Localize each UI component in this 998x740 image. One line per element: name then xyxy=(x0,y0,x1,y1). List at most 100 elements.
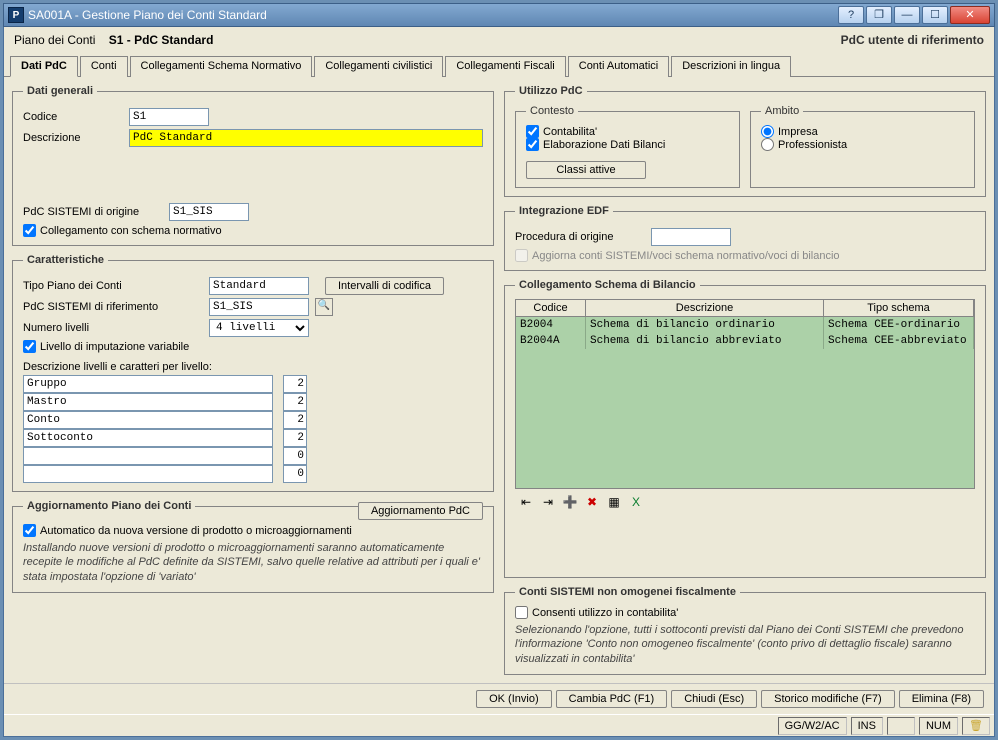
restore-button[interactable]: ❐ xyxy=(866,6,892,24)
table-row[interactable]: B2004 Schema di bilancio ordinario Schem… xyxy=(516,317,974,333)
close-button[interactable]: ✕ xyxy=(950,6,990,24)
tab-coll-fiscali[interactable]: Collegamenti Fiscali xyxy=(445,56,565,77)
level-num-input[interactable] xyxy=(283,411,307,429)
auto-update-label: Automatico da nuova versione di prodotto… xyxy=(40,525,352,537)
chiudi-button[interactable]: Chiudi (Esc) xyxy=(671,690,757,708)
conti-non-omogenei-note: Selezionando l'opzione, tutti i sottocon… xyxy=(515,623,975,666)
grid-toolbar: ⇤ ⇥ ➕ ✖ ▦ X xyxy=(515,489,975,515)
status-ins: INS xyxy=(851,717,883,735)
classi-attive-button[interactable]: Classi attive xyxy=(526,161,646,179)
tab-dati-pdc[interactable]: Dati PdC xyxy=(10,56,78,77)
level-num-input[interactable] xyxy=(283,465,307,483)
contesto-legend: Contesto xyxy=(526,105,578,117)
level-name-input[interactable] xyxy=(23,375,273,393)
add-icon[interactable]: ➕ xyxy=(561,493,579,511)
aggiorna-conti-checkbox xyxy=(515,249,528,262)
level-name-input[interactable] xyxy=(23,393,273,411)
aggiornamento-group: Aggiornamento Piano dei Conti Aggiorname… xyxy=(12,500,494,593)
collegamento-schema-checkbox[interactable] xyxy=(23,224,36,237)
collegamento-schema-group: Collegamento Schema di Bilancio Codice D… xyxy=(504,279,986,578)
tab-descrizioni-lingua[interactable]: Descrizioni in lingua xyxy=(671,56,791,77)
level-row xyxy=(23,375,307,393)
trash-icon[interactable]: 🗑 xyxy=(962,717,990,735)
origine-input[interactable] xyxy=(169,203,249,221)
maximize-button[interactable]: ☐ xyxy=(922,6,948,24)
contabilita-checkbox[interactable] xyxy=(526,125,539,138)
status-num: NUM xyxy=(919,717,958,735)
imputazione-variabile-checkbox[interactable] xyxy=(23,340,36,353)
level-num-input[interactable] xyxy=(283,447,307,465)
ambito-legend: Ambito xyxy=(761,105,803,117)
ambito-group: Ambito Impresa Professionista xyxy=(750,105,975,188)
elimina-button[interactable]: Elimina (F8) xyxy=(899,690,984,708)
numero-livelli-select[interactable]: 4 livelli xyxy=(209,319,309,337)
tab-conti[interactable]: Conti xyxy=(80,56,128,77)
aggiornamento-pdc-button[interactable]: Aggiornamento PdC xyxy=(358,502,483,520)
tab-coll-schema-normativo[interactable]: Collegamenti Schema Normativo xyxy=(130,56,313,77)
conti-non-omogenei-legend: Conti SISTEMI non omogenei fiscalmente xyxy=(515,586,740,598)
schema-grid[interactable]: Codice Descrizione Tipo schema B2004 Sch… xyxy=(515,299,975,489)
header-bar: Piano dei Conti S1 - PdC Standard PdC ut… xyxy=(4,27,994,55)
minimize-button[interactable]: — xyxy=(894,6,920,24)
descr-livelli-label: Descrizione livelli e caratteri per live… xyxy=(23,361,483,373)
level-name-input[interactable] xyxy=(23,447,273,465)
contesto-group: Contesto Contabilita' Elaborazione Dati … xyxy=(515,105,740,188)
level-name-input[interactable] xyxy=(23,429,273,447)
cambia-pdc-button[interactable]: Cambia PdC (F1) xyxy=(556,690,668,708)
last-icon[interactable]: ⇥ xyxy=(539,493,557,511)
descrizione-input[interactable] xyxy=(129,129,483,147)
ok-button[interactable]: OK (Invio) xyxy=(476,690,552,708)
level-num-input[interactable] xyxy=(283,393,307,411)
help-button[interactable]: ? xyxy=(838,6,864,24)
remove-icon[interactable]: ✖ xyxy=(583,493,601,511)
elaborazione-label: Elaborazione Dati Bilanci xyxy=(543,139,665,151)
utilizzo-pdc-legend: Utilizzo PdC xyxy=(515,85,587,97)
grid-col-codice[interactable]: Codice xyxy=(516,300,586,316)
storico-button[interactable]: Storico modifiche (F7) xyxy=(761,690,895,708)
integrazione-edf-group: Integrazione EDF Procedura di origine Ag… xyxy=(504,205,986,271)
caratteristiche-group: Caratteristiche Tipo Piano dei Conti Int… xyxy=(12,254,494,492)
cell-codice: B2004A xyxy=(516,333,586,349)
tipo-pdc-input[interactable] xyxy=(209,277,309,295)
caratteristiche-legend: Caratteristiche xyxy=(23,254,108,266)
grid-col-descrizione[interactable]: Descrizione xyxy=(586,300,824,316)
cell-descrizione: Schema di bilancio ordinario xyxy=(586,317,824,333)
level-num-input[interactable] xyxy=(283,429,307,447)
intervalli-codifica-button[interactable]: Intervalli di codifica xyxy=(325,277,444,295)
first-icon[interactable]: ⇤ xyxy=(517,493,535,511)
level-row xyxy=(23,447,307,465)
codice-input[interactable] xyxy=(129,108,209,126)
dati-generali-group: Dati generali Codice Descrizione PdC SIS… xyxy=(12,85,494,246)
lookup-icon[interactable]: 🔍 xyxy=(315,298,333,316)
procedura-origine-input[interactable] xyxy=(651,228,731,246)
grid-col-tipo[interactable]: Tipo schema xyxy=(824,300,974,316)
level-row xyxy=(23,393,307,411)
procedura-origine-label: Procedura di origine xyxy=(515,231,645,243)
header-label: Piano dei Conti xyxy=(14,33,95,47)
cell-tipo: Schema CEE-abbreviato xyxy=(824,333,974,349)
descrizione-label: Descrizione xyxy=(23,132,123,144)
level-row xyxy=(23,411,307,429)
impresa-radio[interactable] xyxy=(761,125,774,138)
aggiornamento-legend: Aggiornamento Piano dei Conti xyxy=(23,500,195,512)
elaborazione-checkbox[interactable] xyxy=(526,138,539,151)
cell-descrizione: Schema di bilancio abbreviato xyxy=(586,333,824,349)
aggiorna-conti-label: Aggiorna conti SISTEMI/voci schema norma… xyxy=(532,250,840,262)
rif-input[interactable] xyxy=(209,298,309,316)
cell-tipo: Schema CEE-ordinario xyxy=(824,317,974,333)
table-icon[interactable]: ▦ xyxy=(605,493,623,511)
footer-buttons: OK (Invio) Cambia PdC (F1) Chiudi (Esc) … xyxy=(4,683,994,714)
excel-icon[interactable]: X xyxy=(627,493,645,511)
tab-coll-civilistici[interactable]: Collegamenti civilistici xyxy=(314,56,443,77)
header-code: S1 - xyxy=(109,33,131,47)
consenti-utilizzo-label: Consenti utilizzo in contabilita' xyxy=(532,607,678,619)
consenti-utilizzo-checkbox[interactable] xyxy=(515,606,528,619)
auto-update-checkbox[interactable] xyxy=(23,524,36,537)
contabilita-label: Contabilita' xyxy=(543,126,597,138)
level-name-input[interactable] xyxy=(23,465,273,483)
professionista-radio[interactable] xyxy=(761,138,774,151)
level-num-input[interactable] xyxy=(283,375,307,393)
tab-conti-automatici[interactable]: Conti Automatici xyxy=(568,56,669,77)
level-name-input[interactable] xyxy=(23,411,273,429)
table-row[interactable]: B2004A Schema di bilancio abbreviato Sch… xyxy=(516,333,974,349)
